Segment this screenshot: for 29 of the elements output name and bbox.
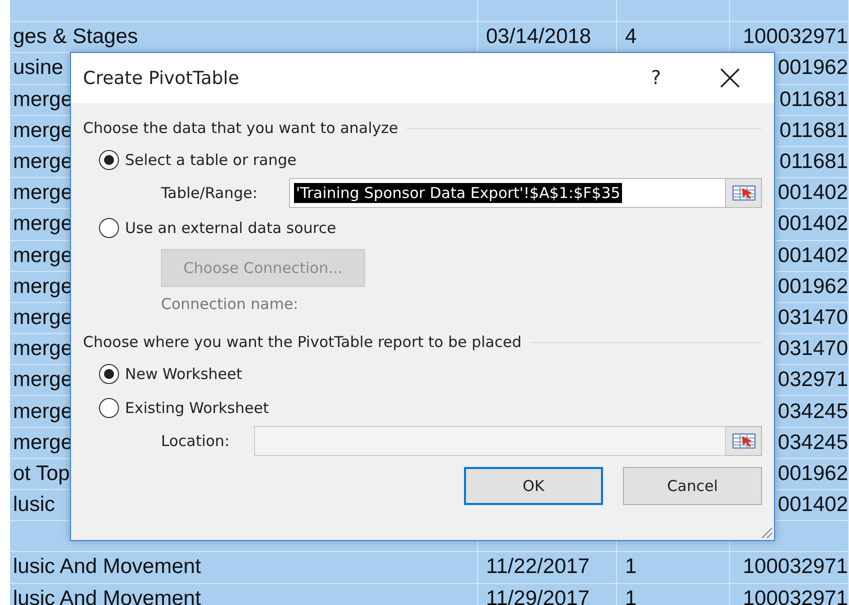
table-cell: 100032971 <box>730 584 849 605</box>
range-field[interactable]: 'Training Sponsor Data Export'!$A$1:$F$35 <box>289 178 726 208</box>
table-cell: ges & Stages <box>10 22 478 54</box>
table-cell: lusic And Movement <box>10 552 478 584</box>
radio-button[interactable] <box>99 364 119 384</box>
close-icon <box>720 68 740 88</box>
section-heading: Choose the data that you want to analyze <box>83 119 398 137</box>
range-select-icon <box>732 184 756 202</box>
table-cell: 11/22/2017 <box>478 552 617 584</box>
table-cell: 03/14/2018 <box>478 22 617 54</box>
table-cell: 100032971 <box>730 552 849 584</box>
cancel-button[interactable]: Cancel <box>623 467 762 505</box>
ok-button[interactable]: OK <box>464 467 603 505</box>
table-cell: 100032971 <box>730 22 849 54</box>
table-cell: 11/29/2017 <box>478 584 617 605</box>
table-cell: lusic And Movement <box>10 584 478 605</box>
help-button[interactable]: ? <box>626 58 686 98</box>
table-cell: 1 <box>617 584 730 605</box>
table-cell: 1 <box>617 552 730 584</box>
range-picker-button[interactable] <box>726 426 762 456</box>
radio-button[interactable] <box>99 150 119 170</box>
field-label: Table/Range: <box>161 184 258 202</box>
radio-button[interactable] <box>99 398 119 418</box>
resize-grip-icon[interactable] <box>759 525 773 539</box>
field-label: Location: <box>161 432 230 450</box>
range-picker-button[interactable] <box>726 178 762 208</box>
radio-button[interactable] <box>99 218 119 238</box>
table-cell: 4 <box>617 22 730 54</box>
range-select-icon <box>732 432 756 450</box>
